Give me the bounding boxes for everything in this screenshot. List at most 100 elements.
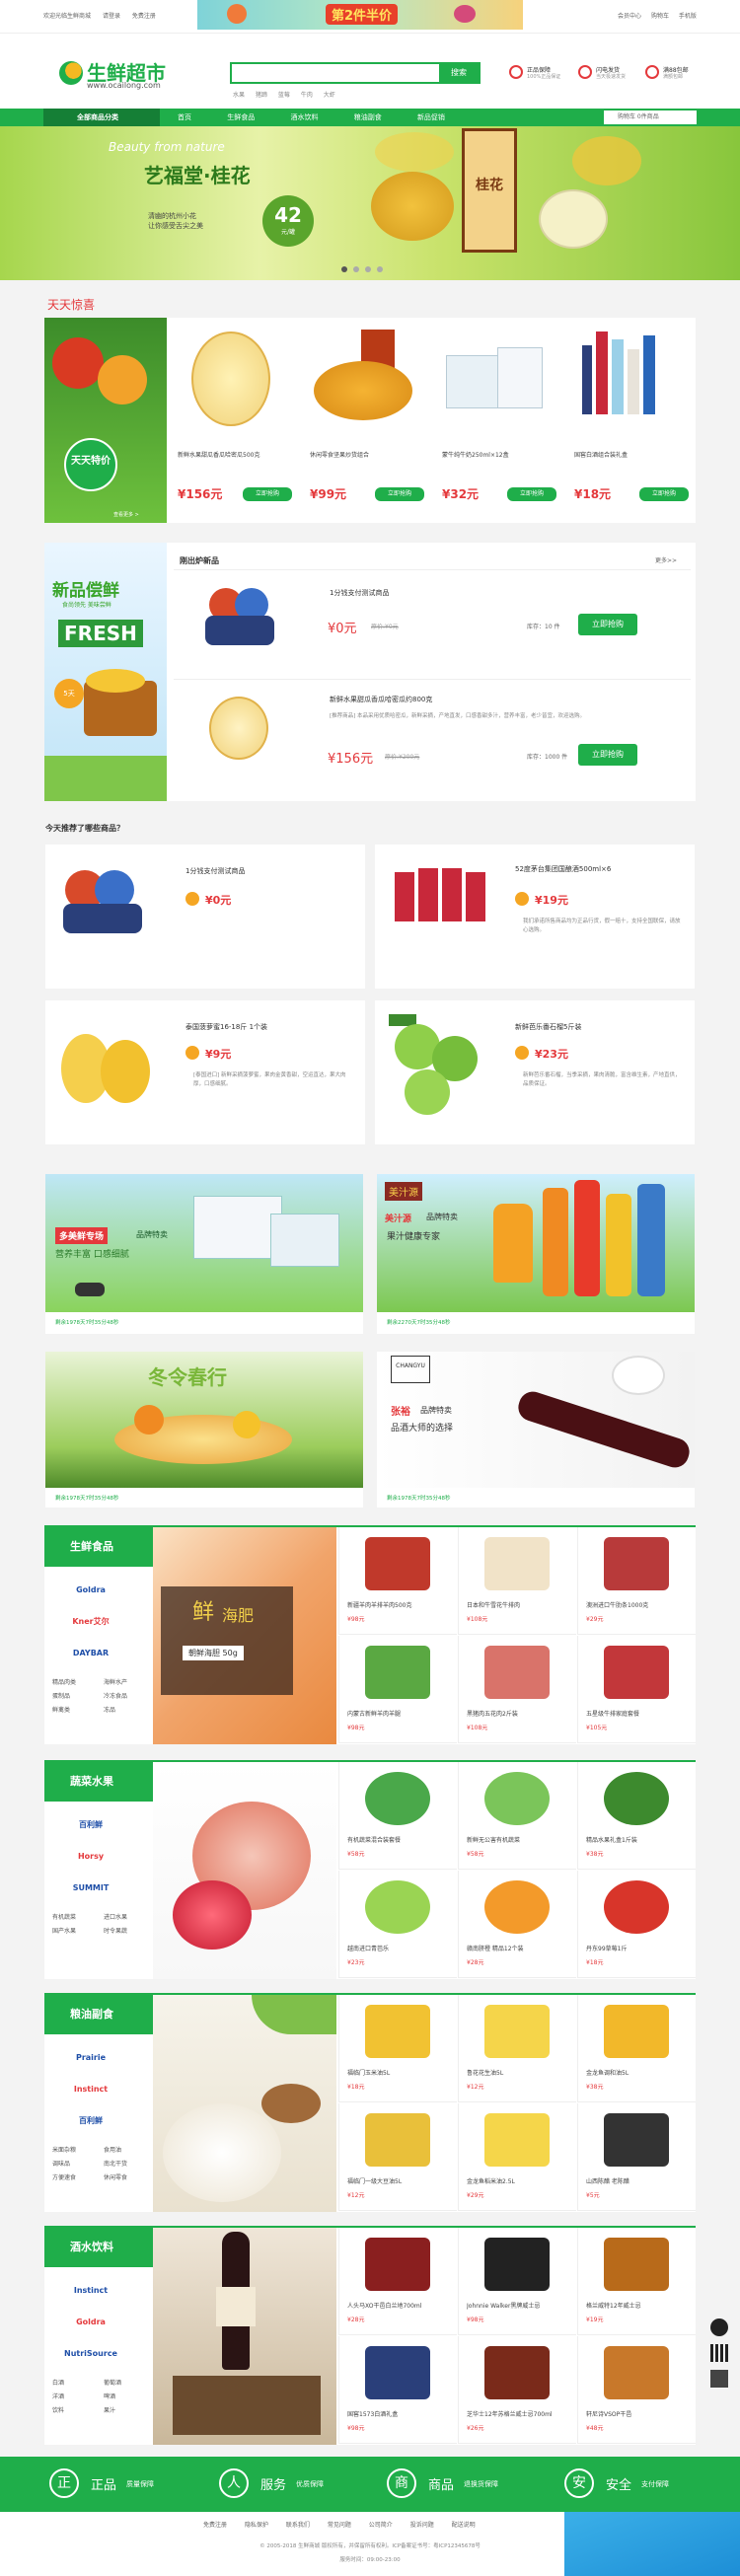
cart-link[interactable]: 购物车 [651, 13, 669, 20]
category-link[interactable]: 白酒 [52, 2378, 64, 2387]
category-link[interactable]: 洋酒 [52, 2392, 64, 2400]
logo[interactable]: 生鲜超市 www.ocailong.com [59, 57, 178, 97]
category-link[interactable]: 进口水果 [104, 1912, 127, 1921]
product-card[interactable]: 新鲜水果甜瓜香瓜哈密瓜500克 ¥156元 立即抢购 [170, 326, 296, 519]
footer-link[interactable]: 联系我们 [286, 2522, 310, 2529]
banner-dots[interactable] [341, 266, 383, 274]
product-cell[interactable]: 轩尼诗VSOP干邑 ¥48元 [577, 2336, 696, 2444]
search-button[interactable]: 搜索 [439, 64, 479, 82]
category-link[interactable]: 调味品 [52, 2159, 70, 2168]
product-cell[interactable]: 越南进口青芭乐 ¥23元 [338, 1871, 457, 1978]
hot-keyword[interactable]: 猪蹄 [256, 92, 267, 99]
brand-logo[interactable]: Instinct [58, 2281, 123, 2301]
footer-link[interactable]: 免费注册 [203, 2522, 227, 2529]
nav-item-new[interactable]: 新品促销 [417, 113, 445, 121]
fresh-banner[interactable]: 新品偿鲜 食尚领先 美味尝鲜 FRESH 5天 [44, 543, 167, 801]
floor-hero-image[interactable] [153, 2228, 336, 2445]
category-link[interactable]: 南北干货 [104, 2159, 127, 2168]
product-cell[interactable]: 黑猪肉五花肉2斤装 ¥108元 [458, 1636, 576, 1743]
brand-promo[interactable]: 美汁源 美汁源 品牌特卖 果汁健康专家 剩余2270天7时35分48秒 [377, 1174, 695, 1334]
category-link[interactable]: 果汁 [104, 2405, 115, 2414]
product-cell[interactable]: 新疆羊肉羊排羊肉500克 ¥98元 [338, 1527, 457, 1635]
product-cell[interactable]: 国窖1573白酒礼盒 ¥98元 [338, 2336, 457, 2444]
qr-code-icon[interactable] [710, 2344, 728, 2362]
product-cell[interactable]: 新鲜无公害有机蔬菜 ¥58元 [458, 1762, 576, 1870]
fresh-item[interactable]: 新鲜水果甜瓜香瓜哈密瓜约800克 [推荐商品] 本品采用优质哈密瓜，新鲜采摘，产… [174, 681, 691, 799]
back-to-top-icon[interactable] [710, 2370, 728, 2388]
category-link[interactable]: 冷冻食品 [104, 1691, 127, 1700]
top-promo-banner[interactable]: 第2件半价 [197, 0, 523, 30]
category-link[interactable]: 蛋制品 [52, 1691, 70, 1700]
category-link[interactable]: 食用油 [104, 2145, 121, 2154]
footer-link[interactable]: 投诉问题 [410, 2522, 434, 2529]
product-cell[interactable]: 日本和牛雪花牛排肉 ¥108元 [458, 1527, 576, 1635]
product-cell[interactable]: Johnnie Walker黑牌威士忌 ¥98元 [458, 2228, 576, 2335]
brand-logo[interactable]: DAYBAR [58, 1644, 123, 1663]
category-link[interactable]: 方便速食 [52, 2172, 76, 2181]
product-cell[interactable]: 有机蔬菜混合装套餐 ¥58元 [338, 1762, 457, 1870]
product-cell[interactable]: 人头马XO干邑白兰地700ml ¥28元 [338, 2228, 457, 2335]
product-cell[interactable]: 鲁花花生油5L ¥12元 [458, 1995, 576, 2102]
cart-button[interactable]: 购物车 0件商品 [604, 110, 697, 124]
nav-item-fresh[interactable]: 生鲜食品 [227, 113, 255, 121]
category-link[interactable]: 冻品 [104, 1705, 115, 1714]
recommend-card[interactable]: 1分钱支付测试商品 ¥0元 [45, 845, 365, 989]
product-cell[interactable]: 内蒙古新鲜羊肉羊腿 ¥98元 [338, 1636, 457, 1743]
buy-now-button[interactable]: 立即抢购 [243, 487, 292, 501]
brand-logo[interactable]: NutriSource [58, 2344, 123, 2364]
brand-promo[interactable]: 冬令春行 剩余1978天7时35分48秒 [45, 1352, 363, 1508]
brand-logo[interactable]: Kner艾尔 [58, 1612, 123, 1632]
category-menu-button[interactable]: 全部商品分类 [43, 109, 160, 126]
product-cell[interactable]: 格兰威特12年威士忌 ¥19元 [577, 2228, 696, 2335]
brand-promo[interactable]: CHANGYU 张裕 品牌特卖 品酒大师的选择 剩余1978天7时35分48秒 [377, 1352, 695, 1508]
floor-hero-image[interactable]: 鲜海肥 朝鲜海胆 50g [153, 1527, 336, 1744]
buy-now-button[interactable]: 立即抢购 [375, 487, 424, 501]
brand-logo[interactable]: 百利鲜 [58, 2111, 123, 2131]
category-link[interactable]: 有机蔬菜 [52, 1912, 76, 1921]
hot-keyword[interactable]: 水果 [233, 92, 245, 99]
buy-now-button[interactable]: 立即抢购 [507, 487, 556, 501]
product-card[interactable]: 国窖白酒组合装礼盒 ¥18元 立即抢购 [566, 326, 693, 519]
buy-now-button[interactable]: 立即抢购 [578, 614, 637, 635]
hot-keyword[interactable]: 牛肉 [301, 92, 313, 99]
fresh-item[interactable]: 1分钱支付测试商品 ¥0元 原价:¥0元 库存：10 件 立即抢购 [174, 572, 691, 679]
brand-logo[interactable]: SUMMIT [58, 1878, 123, 1898]
hot-keyword[interactable]: 蓝莓 [278, 92, 290, 99]
nav-item-drinks[interactable]: 酒水饮料 [290, 113, 318, 121]
mobile-link[interactable]: 手机版 [679, 13, 697, 20]
category-link[interactable]: 米面杂粮 [52, 2145, 76, 2154]
category-link[interactable]: 国产水果 [52, 1926, 76, 1935]
brand-logo[interactable]: Goldra [58, 2313, 123, 2332]
brand-logo[interactable]: Instinct [58, 2080, 123, 2099]
floor-hero-image[interactable] [153, 1762, 336, 1979]
recommend-card[interactable]: 52度茅台集团国酿酒500ml×6 ¥19元 我们承诺所售商品均为正品行货，假一… [375, 845, 695, 989]
daily-more-link[interactable]: 查看更多 > [113, 511, 139, 518]
brand-logo[interactable]: 百利鲜 [58, 1815, 123, 1835]
footer-link[interactable]: 配送说明 [452, 2522, 476, 2529]
product-card[interactable]: 休闲零食坚果炒货组合 ¥99元 立即抢购 [302, 326, 428, 519]
hero-banner[interactable]: Beauty from nature 艺福堂·桂花 清幽的杭州小花 让你感受舌尖… [0, 126, 740, 280]
brand-logo[interactable]: Horsy [58, 1847, 123, 1867]
brand-logo[interactable]: Prairie [58, 2048, 123, 2068]
buy-now-button[interactable]: 立即抢购 [578, 744, 637, 766]
category-link[interactable]: 休闲零食 [104, 2172, 127, 2181]
login-link[interactable]: 请登录 [103, 13, 120, 20]
brand-promo[interactable]: 多美鲜专场 品牌特卖 营养丰富 口感细腻 剩余1978天7时35分48秒 [45, 1174, 363, 1334]
recommend-card[interactable]: 泰国菠萝蜜16-18斤 1个装 ¥9元 [泰国进口] 新鲜采摘菠萝蜜，果肉金黄香… [45, 1000, 365, 1144]
product-cell[interactable]: 山西陈醋 老陈醋 ¥5元 [577, 2103, 696, 2211]
recommend-card[interactable]: 新鲜芭乐番石榴5斤装 ¥23元 新鲜芭乐番石榴，当季采摘，果肉清脆，富含维生素，… [375, 1000, 695, 1144]
buy-now-button[interactable]: 立即抢购 [639, 487, 689, 501]
daily-banner[interactable]: 天天特价 查看更多 > [44, 318, 167, 523]
customer-service-icon[interactable] [710, 2318, 728, 2336]
product-cell[interactable]: 福临门一级大豆油5L ¥12元 [338, 2103, 457, 2211]
product-cell[interactable]: 澳洲进口牛肋条1000克 ¥29元 [577, 1527, 696, 1635]
footer-link[interactable]: 常见问题 [328, 2522, 351, 2529]
footer-link[interactable]: 公司简介 [369, 2522, 393, 2529]
member-link[interactable]: 会员中心 [618, 13, 641, 20]
category-link[interactable]: 饮料 [52, 2405, 64, 2414]
brand-logo[interactable]: Goldra [58, 1581, 123, 1600]
product-cell[interactable]: 芝华士12年苏格兰威士忌700ml ¥26元 [458, 2336, 576, 2444]
category-link[interactable]: 鲜禽类 [52, 1705, 70, 1714]
product-cell[interactable]: 丹东99草莓1斤 ¥18元 [577, 1871, 696, 1978]
product-cell[interactable]: 五星级牛排家庭套餐 ¥105元 [577, 1636, 696, 1743]
